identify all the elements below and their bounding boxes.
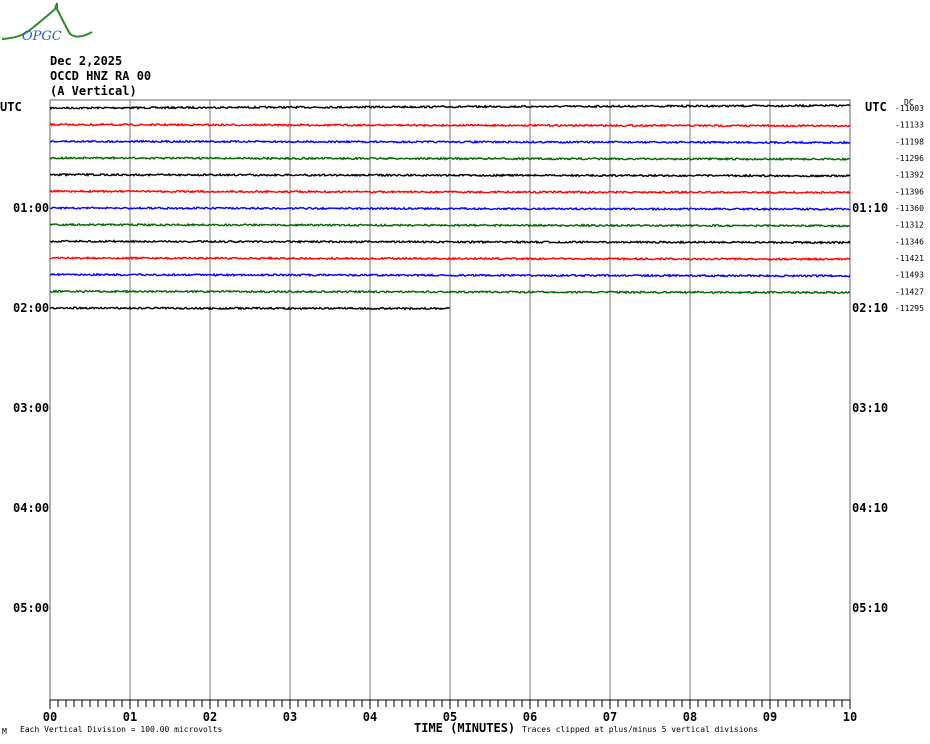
row-labels: -11003 -11133 -11198 -11296 -11392 -11396 -113…: [13, 104, 924, 615]
right-hour-label: 02:10: [852, 301, 888, 315]
footer-clip: Traces clipped at plus/minus 5 vertical …: [522, 725, 758, 734]
helicorder-chart: OPGC Dec 2,2025 OCCD HNZ RA 00 (A Vertic…: [0, 2, 924, 736]
dc-offset-label: -11198: [895, 137, 924, 146]
left-hour-label: 02:00: [13, 301, 49, 315]
dc-offset-label: -11295: [895, 304, 924, 313]
grid: [49, 99, 851, 701]
corner-mark: M: [2, 727, 7, 736]
x-tick-label: 10: [843, 710, 857, 724]
x-tick-label: 01: [123, 710, 137, 724]
right-utc-label: UTC: [865, 100, 887, 114]
left-hour-label: 05:00: [13, 601, 49, 615]
left-hour-label: 03:00: [13, 401, 49, 415]
dc-offset-label: -11003: [895, 104, 924, 113]
logo-text: OPGC: [22, 29, 62, 44]
left-hour-label: 04:00: [13, 501, 49, 515]
x-tick-label: 04: [363, 710, 377, 724]
dc-offset-label: -11396: [895, 187, 924, 196]
right-hour-label: 03:10: [852, 401, 888, 415]
header-date: Dec 2,2025: [50, 54, 122, 68]
x-tick-label: 03: [283, 710, 297, 724]
left-hour-label: 01:00: [13, 201, 49, 215]
x-tick-label: 09: [763, 710, 777, 724]
x-tick-label: 02: [203, 710, 217, 724]
dc-offset-label: -11360: [895, 204, 924, 213]
dc-offset-label: -11421: [895, 254, 924, 263]
header-station: OCCD HNZ RA 00: [50, 69, 151, 83]
header-component: (A Vertical): [50, 84, 137, 98]
left-utc-label: UTC: [0, 100, 22, 114]
footer-scale: Each Vertical Division = 100.00 microvol…: [20, 725, 222, 734]
right-hour-label: 04:10: [852, 501, 888, 515]
x-tick-label: 07: [603, 710, 617, 724]
right-hour-label: 05:10: [852, 601, 888, 615]
dc-offset-label: -11346: [895, 237, 924, 246]
dc-offset-label: -11296: [895, 154, 924, 163]
dc-offset-label: -11392: [895, 171, 924, 180]
dc-offset-label: -11427: [895, 287, 924, 296]
dc-offset-label: -11493: [895, 271, 924, 280]
x-tick-label: 06: [523, 710, 537, 724]
dc-offset-label: -11312: [895, 221, 924, 230]
trace-row: [49, 306, 451, 311]
x-tick-label: 08: [683, 710, 697, 724]
x-axis-label: TIME (MINUTES): [414, 721, 515, 735]
dc-offset-label: -11133: [895, 121, 924, 130]
x-tick-label: 00: [43, 710, 57, 724]
logo: OPGC: [1, 2, 93, 44]
right-hour-label: 01:10: [852, 201, 888, 215]
